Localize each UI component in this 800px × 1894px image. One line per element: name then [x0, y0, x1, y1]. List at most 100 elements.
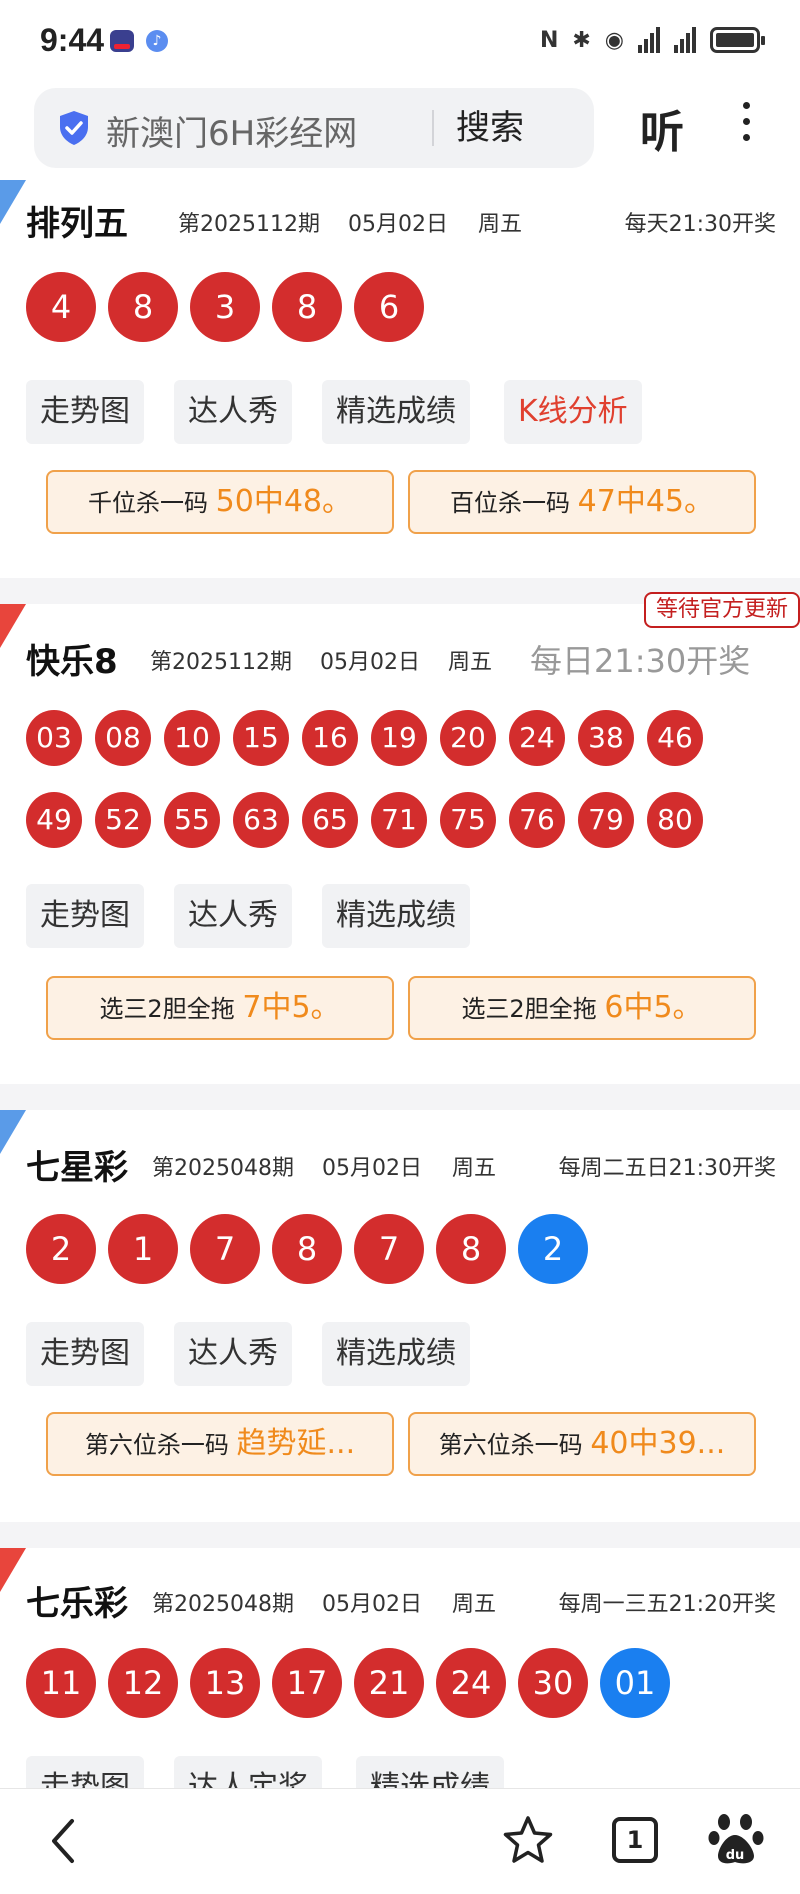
- stat-value: 47中45。: [577, 484, 714, 519]
- red-ball: 7: [190, 1214, 260, 1284]
- expert-show-button[interactable]: 达人秀: [174, 380, 292, 444]
- signal-icon-2: [674, 27, 696, 53]
- stat-card[interactable]: 千位杀一码 50中48。: [46, 470, 394, 534]
- red-ball: 71: [371, 792, 427, 848]
- stat-value: 50中48。: [215, 484, 352, 519]
- selected-results-button[interactable]: 精选成绩: [356, 1756, 504, 1788]
- status-time: 9:44: [40, 22, 105, 58]
- red-ball: 1: [108, 1214, 178, 1284]
- red-ball: 17: [272, 1648, 342, 1718]
- red-ball: 79: [578, 792, 634, 848]
- bluetooth-icon: ✱: [572, 27, 591, 53]
- signal-icon: [638, 27, 660, 53]
- red-ball: 15: [233, 710, 289, 766]
- search-divider: [432, 110, 434, 146]
- stat-value: 7中5。: [242, 990, 341, 1025]
- expert-show-button[interactable]: 达人秀: [174, 1322, 292, 1386]
- red-ball: 19: [371, 710, 427, 766]
- red-ball: 24: [436, 1648, 506, 1718]
- red-ball: 8: [272, 1214, 342, 1284]
- period: 第2025048期: [152, 1592, 294, 1617]
- draw-schedule: 每周二五日21:30开奖: [558, 1156, 776, 1181]
- lottery-title[interactable]: 七星彩: [26, 1140, 128, 1189]
- lottery-card-qilecai: 七乐彩 第2025048期 05月02日 周五 每周一三五21:20开奖 11 …: [0, 1548, 800, 1788]
- stat-value: 6中5。: [604, 990, 703, 1025]
- red-ball: 08: [95, 710, 151, 766]
- section-gap: [0, 1522, 800, 1548]
- tabs-count-button[interactable]: 1: [612, 1817, 658, 1863]
- trend-chart-button[interactable]: 走势图: [26, 1322, 144, 1386]
- lottery-card-pailie5: 排列五 第2025112期 05月02日 周五 每天21:30开奖 4 8 3 …: [0, 180, 800, 578]
- wifi-icon: ◉: [604, 27, 624, 53]
- red-ball: 7: [354, 1214, 424, 1284]
- stat-label: 第六位杀一码: [84, 1431, 229, 1459]
- lottery-card-qixingcai: 七星彩 第2025048期 05月02日 周五 每周二五日21:30开奖 2 1…: [0, 1110, 800, 1522]
- fu-corner-icon: [0, 1110, 26, 1154]
- lottery-title[interactable]: 七乐彩: [26, 1576, 128, 1625]
- stat-card[interactable]: 第六位杀一码 趋势延...: [46, 1412, 394, 1476]
- red-ball: 30: [518, 1648, 588, 1718]
- red-ball: 03: [26, 710, 82, 766]
- back-arrow-icon[interactable]: [44, 1815, 84, 1867]
- trend-chart-button[interactable]: 走势图: [26, 884, 144, 948]
- search-input[interactable]: 新澳门6H彩经网: [106, 106, 357, 155]
- red-ball: 24: [509, 710, 565, 766]
- music-notification-icon: ♪: [146, 30, 168, 52]
- status-bar: 9:44 ♪ N ✱ ◉: [0, 0, 800, 80]
- lottery-card-kuaile8: 等待官方更新 快乐8 第2025112期 05月02日 周五 每日21:30开奖…: [0, 592, 800, 1084]
- lottery-title[interactable]: 快乐8: [26, 634, 118, 683]
- red-ball: 63: [233, 792, 289, 848]
- stat-label: 千位杀一码: [88, 489, 208, 517]
- trend-chart-button[interactable]: 走势图: [26, 380, 144, 444]
- selected-results-button[interactable]: 精选成绩: [322, 380, 470, 444]
- blue-ball: 01: [600, 1648, 670, 1718]
- period: 第2025048期: [152, 1156, 294, 1181]
- expert-show-button[interactable]: 达人定奖: [174, 1756, 322, 1788]
- bottom-navigation: 1 du: [0, 1788, 800, 1894]
- lottery-title[interactable]: 排列五: [26, 196, 128, 245]
- blue-ball: 2: [518, 1214, 588, 1284]
- status-icons: N ✱ ◉: [539, 24, 765, 56]
- shield-icon: [60, 111, 88, 145]
- red-ball: 20: [440, 710, 496, 766]
- red-ball: 6: [354, 272, 424, 342]
- red-ball: 12: [108, 1648, 178, 1718]
- section-gap: [0, 1084, 800, 1110]
- weekday: 周五: [478, 212, 523, 237]
- stat-card[interactable]: 选三2胆全拖 6中5。: [408, 976, 756, 1040]
- expert-show-button[interactable]: 达人秀: [174, 884, 292, 948]
- period: 第2025112期: [178, 212, 320, 237]
- stat-card[interactable]: 第六位杀一码 40中39...: [408, 1412, 756, 1476]
- stat-card[interactable]: 选三2胆全拖 7中5。: [46, 976, 394, 1040]
- red-ball: 13: [190, 1648, 260, 1718]
- stat-label: 第六位杀一码: [438, 1431, 583, 1459]
- nfc-icon: N: [539, 27, 559, 53]
- fu-corner-icon: [0, 604, 26, 648]
- baidu-paw-icon[interactable]: du: [706, 1809, 766, 1869]
- red-ball: 21: [354, 1648, 424, 1718]
- red-ball: 10: [164, 710, 220, 766]
- period: 第2025112期: [150, 650, 292, 675]
- search-button[interactable]: 搜索: [446, 100, 534, 156]
- red-ball: 65: [302, 792, 358, 848]
- stat-value: 趋势延...: [236, 1426, 356, 1461]
- notification-app-icon: [110, 30, 134, 52]
- selected-results-button[interactable]: 精选成绩: [322, 884, 470, 948]
- red-ball: 55: [164, 792, 220, 848]
- star-bookmark-icon[interactable]: [500, 1813, 556, 1869]
- draw-schedule: 每日21:30开奖: [530, 642, 751, 680]
- red-ball: 75: [440, 792, 496, 848]
- fu-corner-icon: [0, 180, 26, 224]
- kline-analysis-button[interactable]: K线分析: [504, 380, 642, 444]
- search-bar[interactable]: 新澳门6H彩经网 搜索: [34, 88, 594, 168]
- selected-results-button[interactable]: 精选成绩: [322, 1322, 470, 1386]
- battery-icon: [710, 27, 765, 53]
- trend-chart-button[interactable]: 走势图: [26, 1756, 144, 1788]
- draw-date: 05月02日: [348, 212, 448, 237]
- stat-card[interactable]: 百位杀一码 47中45。: [408, 470, 756, 534]
- stat-label: 百位杀一码: [450, 489, 570, 517]
- stat-label: 选三2胆全拖: [99, 995, 235, 1023]
- listen-button[interactable]: 听: [640, 96, 684, 160]
- red-ball: 8: [272, 272, 342, 342]
- more-menu-icon[interactable]: [736, 102, 756, 152]
